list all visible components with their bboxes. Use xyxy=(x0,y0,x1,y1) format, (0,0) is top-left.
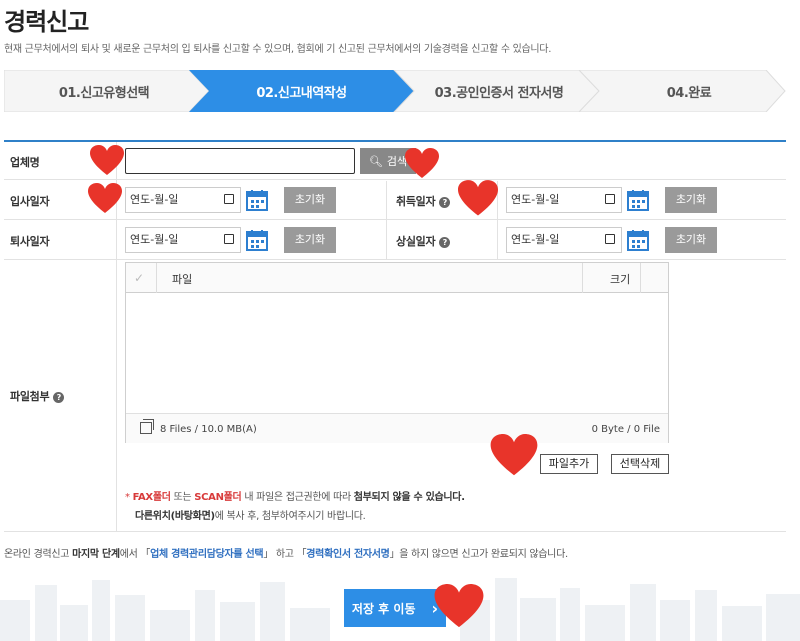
step-progress: 01.신고유형선택 02.신고내역작성 03.공인인증서 전자서명 04.완료 xyxy=(4,70,786,112)
file-total-text: 0 Byte / 0 File xyxy=(591,424,660,435)
calendar-icon[interactable] xyxy=(627,189,649,211)
file-list[interactable]: ✓ 파일 크기 8 Files / 10.0 MB(A) 0 Byte / 0 … xyxy=(125,262,669,443)
step-3-label: 03.공인인증서 전자서명 xyxy=(434,86,564,101)
calendar-glyph-icon xyxy=(605,194,615,204)
footer-note: 온라인 경력신고 마지막 단계에서 「업체 경력관리담당자를 선택」 하고 「경… xyxy=(4,549,568,560)
add-file-button[interactable]: 파일추가 xyxy=(540,454,598,474)
resign-date-input[interactable]: 연도-월-일 xyxy=(125,227,241,253)
heart-marker-icon xyxy=(405,148,439,178)
file-stack-icon xyxy=(140,419,154,434)
page-description: 현재 근무처에서의 퇴사 및 새로운 근무처의 입 퇴사를 신고할 수 있으며,… xyxy=(4,44,552,55)
save-button-label: 저장 후 이동 xyxy=(351,601,416,616)
company-input[interactable] xyxy=(125,148,355,174)
acquire-date-label: 취득일자? xyxy=(396,193,451,209)
acquire-date-reset-button[interactable]: 초기화 xyxy=(665,187,717,213)
hire-date-reset-button[interactable]: 초기화 xyxy=(284,187,336,213)
notice-line-1: * FAX폴더 또는 SCAN폴더 내 파일은 접근권한에 따라 첨부되지 않을… xyxy=(125,492,465,503)
heart-marker-icon xyxy=(490,434,538,476)
help-icon[interactable]: ? xyxy=(439,196,451,208)
calendar-glyph-icon xyxy=(605,234,615,244)
step-2-label: 02.신고내역작성 xyxy=(256,86,347,101)
file-list-footer: 8 Files / 10.0 MB(A) 0 Byte / 0 File xyxy=(126,413,668,443)
file-list-header: ✓ 파일 크기 xyxy=(126,263,668,293)
file-limit-text: 8 Files / 10.0 MB(A) xyxy=(160,424,257,435)
calendar-glyph-icon xyxy=(224,194,234,204)
calendar-icon[interactable] xyxy=(627,229,649,251)
hire-date-label: 입사일자 xyxy=(10,195,50,208)
hire-date-input[interactable]: 연도-월-일 xyxy=(125,187,241,213)
heart-marker-icon xyxy=(88,183,122,213)
step-4-label: 04.완료 xyxy=(666,86,712,101)
select-all-checkbox[interactable]: ✓ xyxy=(134,271,144,285)
notice-line-2: 다른위치(바탕화면)에 복사 후, 첨부하여주시기 바랍니다. xyxy=(135,511,366,522)
step-1-label: 01.신고유형선택 xyxy=(58,86,150,101)
company-label: 업체명 xyxy=(10,156,40,169)
size-column-header: 크기 xyxy=(610,273,631,286)
resign-date-label: 퇴사일자 xyxy=(10,235,50,248)
acquire-date-input[interactable]: 연도-월-일 xyxy=(506,187,622,213)
calendar-glyph-icon xyxy=(224,234,234,244)
help-icon[interactable]: ? xyxy=(53,391,65,403)
file-column-header: 파일 xyxy=(172,273,193,286)
help-icon[interactable]: ? xyxy=(439,236,451,248)
resign-date-reset-button[interactable]: 초기화 xyxy=(284,227,336,253)
heart-marker-icon xyxy=(90,145,124,175)
save-and-next-button[interactable]: 저장 후 이동 › xyxy=(344,589,446,627)
loss-date-reset-button[interactable]: 초기화 xyxy=(665,227,717,253)
delete-selected-button[interactable]: 선택삭제 xyxy=(611,454,669,474)
page-title: 경력신고 xyxy=(4,8,89,36)
attachment-label: 파일첨부? xyxy=(10,388,65,404)
calendar-icon[interactable] xyxy=(246,189,268,211)
loss-date-input[interactable]: 연도-월-일 xyxy=(506,227,622,253)
loss-date-label: 상실일자? xyxy=(396,233,451,249)
search-icon: 🔍︎ xyxy=(368,154,383,168)
heart-marker-icon xyxy=(434,584,484,628)
heart-marker-icon xyxy=(458,180,498,216)
calendar-icon[interactable] xyxy=(246,229,268,251)
